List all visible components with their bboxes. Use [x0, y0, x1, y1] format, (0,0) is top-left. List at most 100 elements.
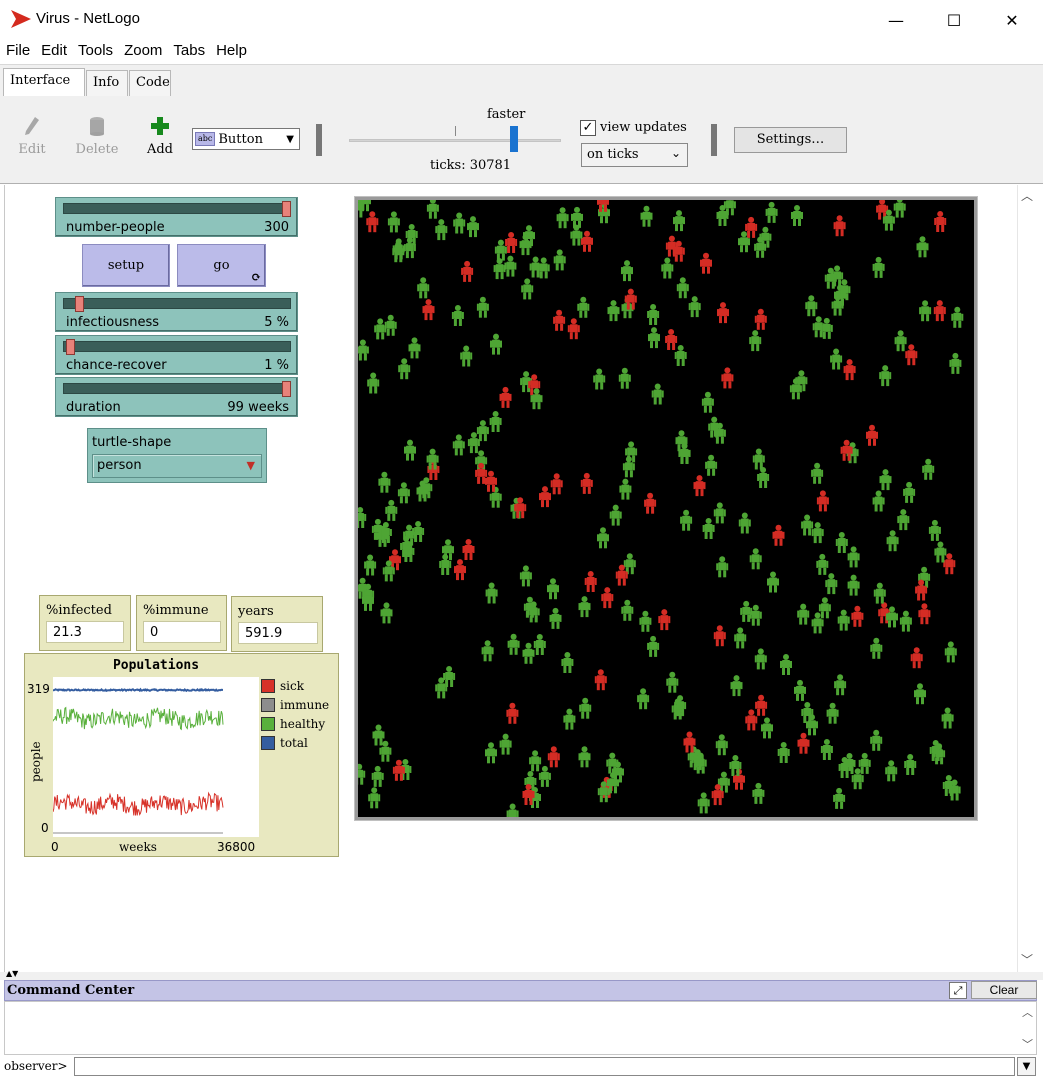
- scroll-down-icon[interactable]: ﹀: [1021, 951, 1033, 968]
- slider-knob[interactable]: [66, 339, 76, 355]
- vertical-scrollbar[interactable]: ︿ ﹀: [1017, 185, 1037, 972]
- person-healthy: [919, 300, 932, 322]
- go-button[interactable]: go ⟳: [177, 244, 266, 287]
- slider-knob[interactable]: [74, 296, 84, 312]
- slider-number-people[interactable]: number-people 300: [55, 197, 298, 237]
- slider-label: chance-recover: [66, 358, 167, 373]
- close-button[interactable]: ✕: [983, 0, 1041, 40]
- slider-knob[interactable]: [282, 201, 291, 217]
- scroll-down-icon[interactable]: ﹀: [1022, 1036, 1033, 1052]
- expand-icon[interactable]: ⤢: [949, 982, 967, 999]
- tab-interface[interactable]: Interface: [3, 68, 85, 98]
- person-healthy: [412, 521, 425, 542]
- person-healthy: [553, 249, 566, 271]
- person-sick: [454, 559, 466, 581]
- person-healthy: [801, 514, 814, 536]
- menu-file[interactable]: File: [6, 40, 30, 64]
- menu-help[interactable]: Help: [216, 40, 247, 64]
- slider-knob[interactable]: [282, 381, 291, 397]
- menu-zoom[interactable]: Zoom: [124, 40, 162, 64]
- setup-button[interactable]: setup: [82, 244, 170, 287]
- chooser-turtle-shape[interactable]: turtle-shape person ▼: [87, 428, 267, 483]
- person-healthy: [666, 671, 679, 693]
- person-healthy: [893, 196, 906, 218]
- world-canvas[interactable]: [352, 190, 974, 825]
- speed-slider-thumb[interactable]: [509, 126, 518, 152]
- person-healthy: [816, 553, 829, 575]
- tab-code[interactable]: Code: [129, 70, 171, 97]
- legend-item: total: [261, 733, 329, 752]
- person-sick: [754, 308, 767, 330]
- person-healthy: [872, 256, 885, 278]
- maximize-button[interactable]: ☐: [925, 0, 983, 40]
- minimize-button[interactable]: —: [867, 0, 925, 40]
- command-input[interactable]: [74, 1057, 1015, 1076]
- person-healthy: [549, 607, 562, 629]
- slider-value: 300: [264, 220, 289, 235]
- person-sick: [499, 386, 512, 408]
- split-divider[interactable]: ▲▼: [0, 969, 1043, 980]
- person-healthy: [834, 674, 847, 696]
- person-healthy: [380, 602, 393, 624]
- add-button[interactable]: Add: [144, 116, 176, 157]
- person-healthy: [522, 642, 535, 664]
- person-healthy: [752, 448, 765, 470]
- person-healthy: [661, 257, 674, 279]
- slider-track[interactable]: [63, 203, 291, 214]
- view-updates-checkbox[interactable]: ✓: [580, 120, 596, 136]
- person-healthy: [749, 604, 762, 626]
- slider-value: 5 %: [264, 315, 289, 330]
- go-label: go: [213, 258, 230, 273]
- slider-value: 1 %: [264, 358, 289, 373]
- person-healthy: [754, 648, 767, 670]
- menu-edit[interactable]: Edit: [41, 40, 67, 64]
- person-healthy: [563, 708, 576, 730]
- person-healthy: [417, 277, 430, 299]
- delete-button[interactable]: Delete: [72, 116, 122, 157]
- person-healthy: [556, 207, 569, 229]
- person-healthy: [467, 432, 480, 454]
- slider-track[interactable]: [63, 341, 291, 352]
- world-view[interactable]: [352, 190, 977, 825]
- clear-button[interactable]: Clear: [971, 981, 1037, 999]
- person-sick: [693, 475, 706, 497]
- slider-duration[interactable]: duration 99 weeks: [55, 377, 298, 417]
- menu-tools[interactable]: Tools: [78, 40, 113, 64]
- chevron-down-icon[interactable]: ▼: [1017, 1057, 1036, 1076]
- plot-x-min: 0: [51, 840, 59, 854]
- speed-slider-track[interactable]: [349, 139, 561, 142]
- person-healthy: [485, 582, 498, 604]
- person-healthy: [944, 641, 957, 663]
- person-healthy: [697, 792, 710, 814]
- forever-icon: ⟳: [250, 270, 261, 284]
- update-mode-select[interactable]: on ticks ⌄: [581, 143, 688, 167]
- chooser-value-box[interactable]: person ▼: [92, 454, 262, 478]
- legend-swatch: [261, 678, 275, 693]
- agent-select[interactable]: observer>: [4, 1058, 74, 1076]
- person-sick: [547, 746, 560, 768]
- widget-type-select[interactable]: abc Button ▼: [192, 128, 300, 150]
- person-sick: [933, 300, 946, 322]
- person-healthy: [886, 530, 899, 552]
- person-sick: [553, 309, 566, 331]
- slider-infectiousness[interactable]: infectiousness 5 %: [55, 292, 298, 332]
- person-healthy: [651, 383, 664, 405]
- edit-button[interactable]: Edit: [14, 116, 50, 157]
- scroll-up-icon[interactable]: ︿: [1021, 187, 1033, 204]
- slider-track[interactable]: [63, 383, 291, 394]
- person-sick: [713, 625, 726, 647]
- person-healthy: [701, 391, 714, 413]
- scroll-up-icon[interactable]: ︿: [1022, 1004, 1033, 1020]
- tab-info[interactable]: Info: [86, 70, 128, 97]
- person-sick: [601, 587, 614, 609]
- person-sick: [943, 553, 956, 575]
- monitor-value: 0: [143, 621, 221, 643]
- slider-track[interactable]: [63, 298, 291, 309]
- settings-button[interactable]: Settings…: [734, 127, 847, 153]
- person-sick: [581, 230, 593, 252]
- slider-chance-recover[interactable]: chance-recover 1 %: [55, 335, 298, 375]
- menu-bar: File Edit Tools Zoom Tabs Help: [0, 40, 1043, 64]
- toolbar-separator: [316, 124, 322, 156]
- collapse-arrows-icon[interactable]: ▲▼: [6, 969, 18, 978]
- menu-tabs[interactable]: Tabs: [173, 40, 205, 64]
